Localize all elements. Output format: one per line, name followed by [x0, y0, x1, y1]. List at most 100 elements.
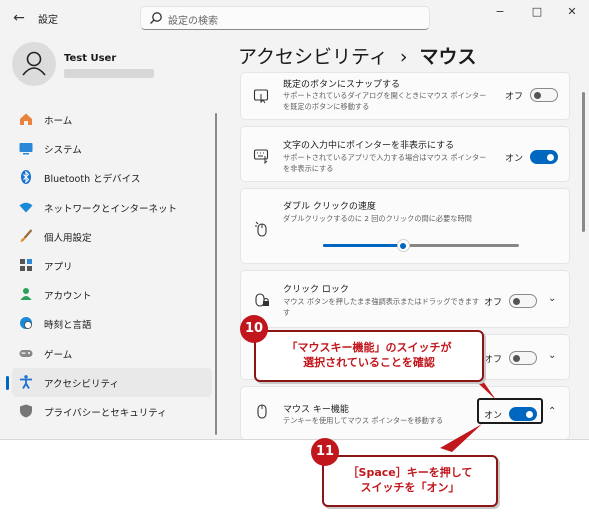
setting-description: サポートされているダイアログを開くときにマウス ポインターを既定のボタンに移動す…	[283, 91, 487, 111]
maximize-button[interactable]: □	[521, 2, 553, 22]
selection-indicator	[6, 375, 9, 390]
page-title: マウス	[419, 46, 477, 68]
sidebar-item-accessibility[interactable]: アクセシビリティ	[6, 367, 212, 397]
toggle-state-label: オン	[505, 154, 524, 164]
callout-line: 選択されていることを確認	[303, 356, 435, 369]
minimize-button[interactable]: −	[484, 2, 516, 22]
setting-title: ダブル クリックの速度	[283, 202, 376, 212]
breadcrumb: アクセシビリティ › マウス	[238, 42, 477, 69]
slider-thumb[interactable]	[396, 239, 410, 252]
toggle-knob	[513, 297, 520, 305]
shield-icon	[20, 404, 32, 418]
sidebar-item-label: Bluetooth とデバイス	[44, 174, 141, 186]
setting-description: ダブルクリックするのに 2 回のクリックの間に必要な時間	[283, 214, 472, 223]
apps-icon	[20, 258, 32, 271]
sidebar-item-label: アプリ	[44, 261, 73, 273]
mouse-lock-icon	[255, 293, 269, 307]
user-name: Test User	[64, 53, 117, 64]
focus-highlight	[477, 398, 543, 424]
brush-icon	[20, 229, 33, 242]
click-lock-toggle[interactable]	[509, 294, 537, 308]
toggle-state-label: オフ	[505, 92, 524, 102]
snap-toggle[interactable]	[530, 88, 558, 102]
setting-title: 文字の入力中にポインターを非表示にする	[283, 141, 455, 151]
snap-pointer-icon	[253, 89, 269, 104]
sidebar-item-home[interactable]: ホーム	[12, 105, 212, 134]
setting-click-lock: クリック ロック マウス ボタンを押したまま強調表示またはドラッグできます す …	[240, 270, 570, 328]
sidebar-nav: ホーム システム Bluetooth とデバイス ネットワークとインターネット …	[6, 105, 212, 426]
double-click-slider[interactable]	[323, 239, 519, 252]
sidebar-item-label: プライバシーとセキュリティ	[44, 407, 167, 419]
title-bar: ← 設定 設定の検索 − □ ✕	[0, 0, 589, 36]
user-email-redacted	[64, 69, 154, 78]
sidebar-item-label: システム	[44, 145, 82, 157]
sidebar-item-label: アクセシビリティ	[44, 378, 119, 390]
callout-step-10: 「マウスキー機能」のスイッチが 選択されていることを確認	[254, 330, 484, 382]
user-icon	[22, 51, 46, 76]
bluetooth-icon	[21, 170, 31, 185]
sidebar-item-time-language[interactable]: 時刻と言語	[12, 309, 212, 338]
toggle-knob	[534, 91, 541, 99]
chevron-up-icon[interactable]: ⌃	[548, 406, 556, 417]
back-button[interactable]: ←	[9, 8, 29, 28]
toggle-knob	[513, 354, 520, 362]
breadcrumb-separator: ›	[399, 46, 408, 68]
callout-step-11: ［Space］キーを押して スイッチを「オン」	[322, 455, 498, 507]
search-icon	[150, 12, 162, 24]
content-scrollbar[interactable]	[582, 92, 585, 232]
callout-line: スイッチを「オン」	[360, 481, 460, 494]
sidebar-item-label: ネットワークとインターネット	[44, 203, 178, 215]
sidebar-item-apps[interactable]: アプリ	[12, 251, 212, 280]
close-button[interactable]: ✕	[556, 2, 588, 22]
sidebar-item-gaming[interactable]: ゲーム	[12, 339, 212, 368]
breadcrumb-parent[interactable]: アクセシビリティ	[238, 46, 388, 68]
setting-description: テンキーを使用してマウス ポインターを移動する	[283, 416, 444, 425]
setting-hide-pointer-typing: 文字の入力中にポインターを非表示にする サポートされているアプリで入力する場合は…	[240, 126, 570, 182]
avatar[interactable]	[12, 42, 56, 86]
sidebar-item-label: 時刻と言語	[44, 320, 92, 332]
setting-snap-default-button: 既定のボタンにスナップする サポートされているダイアログを開くときにマウス ポイ…	[240, 72, 570, 120]
chevron-down-icon[interactable]: ⌄	[548, 350, 556, 361]
sidebar-item-accounts[interactable]: アカウント	[12, 280, 212, 309]
toggle-state-label: オフ	[484, 298, 503, 308]
sidebar-item-label: アカウント	[44, 291, 92, 303]
mouse-click-icon	[255, 221, 267, 237]
callout-line: 「マウスキー機能」のスイッチが	[286, 341, 452, 354]
sidebar-item-label: ホーム	[44, 116, 73, 127]
sidebar-item-network[interactable]: ネットワークとインターネット	[12, 193, 212, 222]
setting-description: サポートされているアプリで入力する場合はマウス ポインターを非表示にする	[283, 153, 487, 173]
mouse-icon	[257, 404, 267, 419]
gamepad-icon	[19, 349, 33, 357]
hidden-row-toggle[interactable]	[509, 351, 537, 365]
setting-title: クリック ロック	[283, 285, 349, 295]
sidebar-item-label: ゲーム	[44, 349, 73, 361]
system-icon	[19, 143, 33, 155]
hide-pointer-toggle[interactable]	[530, 150, 558, 164]
setting-description-tail: す	[283, 308, 291, 317]
search-placeholder: 設定の検索	[168, 16, 218, 27]
sidebar-item-system[interactable]: システム	[12, 134, 212, 163]
keyboard-pointer-icon	[253, 149, 269, 164]
app-title: 設定	[38, 15, 58, 26]
setting-title: 既定のボタンにスナップする	[283, 80, 401, 90]
accessibility-icon	[20, 374, 32, 389]
back-arrow-icon: ←	[13, 10, 25, 26]
account-icon	[20, 288, 32, 301]
toggle-knob	[547, 153, 554, 161]
setting-double-click-speed: ダブル クリックの速度 ダブルクリックするのに 2 回のクリックの間に必要な時間	[240, 188, 570, 264]
sidebar-item-label: 個人用設定	[44, 232, 92, 244]
sidebar-item-personalization[interactable]: 個人用設定	[12, 222, 212, 251]
home-icon	[20, 113, 32, 125]
slider-fill	[323, 244, 404, 247]
sidebar-item-bluetooth[interactable]: Bluetooth とデバイス	[12, 163, 212, 192]
search-input[interactable]: 設定の検索	[140, 6, 430, 30]
callout-line: ［Space］キーを押して	[347, 466, 473, 479]
step-badge-10: 10	[240, 315, 268, 343]
sidebar-item-privacy[interactable]: プライバシーとセキュリティ	[12, 397, 212, 426]
setting-description: マウス ボタンを押したまま強調表示またはドラッグできます	[283, 297, 480, 306]
sidebar-scrollbar[interactable]	[215, 113, 217, 435]
toggle-state-label: オフ	[484, 355, 503, 365]
globe-clock-icon	[20, 317, 32, 330]
setting-title: マウス キー機能	[283, 405, 349, 415]
chevron-down-icon[interactable]: ⌄	[548, 293, 556, 304]
